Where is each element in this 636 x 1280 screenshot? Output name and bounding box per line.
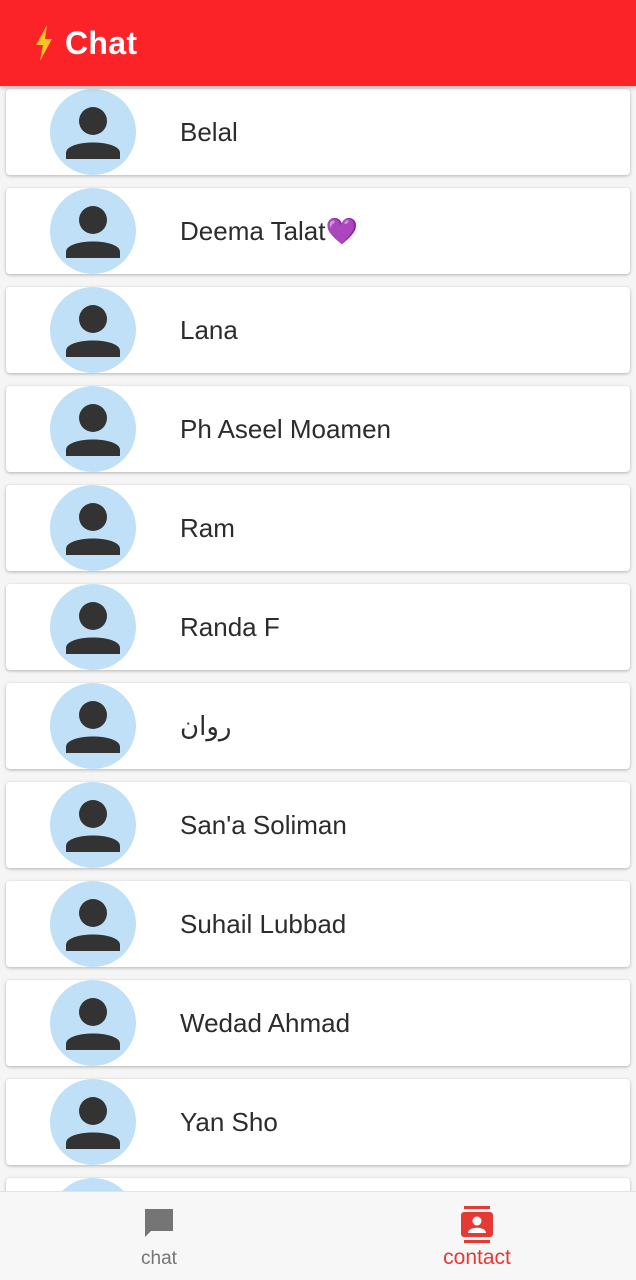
- app-bar: Chat: [0, 0, 636, 86]
- avatar: [50, 1178, 136, 1192]
- lightning-bolt-icon: [33, 24, 55, 62]
- avatar: [50, 188, 136, 274]
- nav-tab-chat[interactable]: chat: [0, 1192, 318, 1280]
- contact-card-icon: [460, 1206, 494, 1249]
- app-title: Chat: [65, 24, 138, 61]
- contact-name: Ph Aseel Moamen: [180, 414, 392, 444]
- contact-list[interactable]: Belal Deema Talat💜 Lana Ph Aseel Moamen: [0, 86, 636, 1192]
- contact-list-item[interactable]: روان: [6, 683, 630, 769]
- person-icon: [66, 404, 120, 456]
- chat-app: Chat Belal Deema Talat💜 Lana Ph Aseel Mo…: [0, 0, 636, 1280]
- contact-name: Ram: [180, 513, 235, 543]
- contact-name: Wedad Ahmad: [180, 1008, 351, 1038]
- contact-list-item[interactable]: Randa F: [6, 584, 630, 670]
- contact-list-item[interactable]: San'a Soliman: [6, 782, 630, 868]
- nav-label-chat: chat: [141, 1248, 177, 1269]
- nav-tab-contact[interactable]: contact: [318, 1192, 636, 1280]
- contact-list-item[interactable]: Yan Sho: [6, 1079, 630, 1165]
- contact-name: Deema Talat💜: [180, 216, 358, 246]
- avatar: [50, 980, 136, 1066]
- avatar: [50, 1079, 136, 1165]
- nav-label-contact: contact: [443, 1246, 511, 1269]
- contact-list-item[interactable]: Ph Aseel Moamen: [6, 386, 630, 472]
- avatar: [50, 89, 136, 175]
- contact-name: روان: [180, 711, 232, 741]
- contact-name: Randa F: [180, 612, 280, 642]
- person-icon: [66, 503, 120, 555]
- contact-list-item[interactable]: Suhail Lubbad: [6, 881, 630, 967]
- contact-name: Yan Sho: [180, 1107, 278, 1137]
- avatar: [50, 782, 136, 868]
- person-icon: [66, 800, 120, 852]
- avatar: [50, 683, 136, 769]
- person-icon: [66, 701, 120, 753]
- chat-bubble-icon: [142, 1206, 176, 1245]
- contact-list-item[interactable]: Belal: [6, 89, 630, 175]
- bottom-navigation: chat contact: [0, 1191, 636, 1280]
- person-icon: [66, 305, 120, 357]
- person-icon: [66, 602, 120, 654]
- person-icon: [66, 1097, 120, 1149]
- person-icon: [66, 998, 120, 1050]
- person-icon: [50, 1178, 136, 1192]
- contact-list-item[interactable]: [6, 1178, 630, 1192]
- contact-name: Suhail Lubbad: [180, 909, 347, 939]
- avatar: [50, 287, 136, 373]
- person-icon: [66, 206, 120, 258]
- contact-name: Lana: [180, 315, 238, 345]
- person-icon: [66, 107, 120, 159]
- avatar: [50, 386, 136, 472]
- contact-name: San'a Soliman: [180, 810, 347, 840]
- avatar: [50, 881, 136, 967]
- contact-list-item[interactable]: Deema Talat💜: [6, 188, 630, 274]
- person-icon: [66, 899, 120, 951]
- contact-list-item[interactable]: Wedad Ahmad: [6, 980, 630, 1066]
- contact-name: Belal: [180, 117, 238, 147]
- contact-list-item[interactable]: Lana: [6, 287, 630, 373]
- contact-list-item[interactable]: Ram: [6, 485, 630, 571]
- avatar: [50, 485, 136, 571]
- avatar: [50, 584, 136, 670]
